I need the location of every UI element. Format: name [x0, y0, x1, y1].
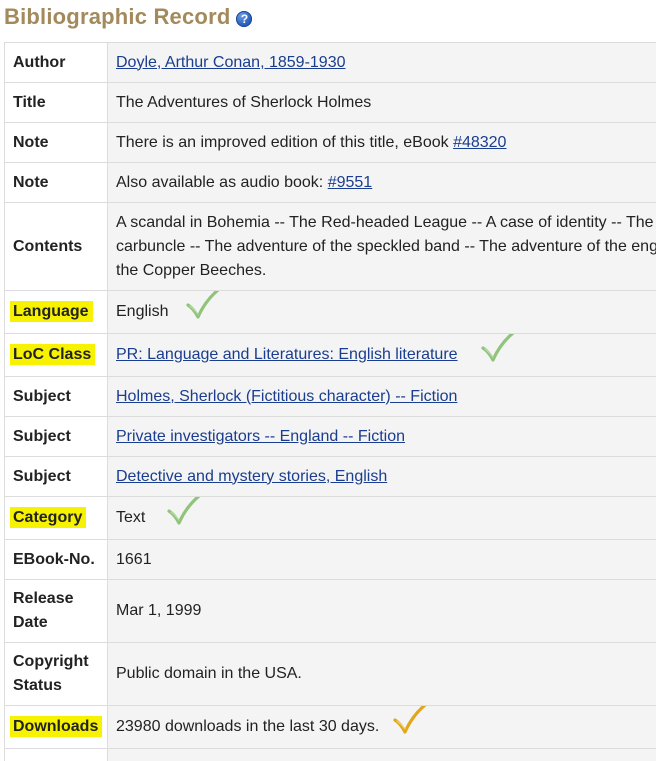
- partial-row: [4, 748, 656, 761]
- note-text: There is an improved edition of this tit…: [116, 133, 454, 151]
- subject-link[interactable]: Detective and mystery stories, English: [116, 468, 387, 485]
- improved-edition-link[interactable]: #48320: [453, 134, 506, 151]
- contents-label: Contents: [4, 202, 108, 291]
- loc-class-row: LoC Class PR: Language and Literatures: …: [4, 333, 656, 377]
- copyright-label: Copyright Status: [4, 642, 108, 706]
- subject-row: Subject Holmes, Sherlock (Fictitious cha…: [4, 376, 656, 417]
- green-check-icon: [185, 291, 221, 330]
- contents-line: carbuncle -- The adventure of the speckl…: [116, 237, 656, 255]
- bibliographic-record-table: Author Doyle, Arthur Conan, 1859-1930 Ti…: [4, 42, 656, 761]
- subject-row: Subject Private investigators -- England…: [4, 416, 656, 457]
- note-text: Also available as audio book:: [116, 173, 328, 191]
- note-label: Note: [4, 122, 108, 163]
- title-value: The Adventures of Sherlock Holmes: [107, 82, 656, 123]
- release-date-value: Mar 1, 1999: [107, 579, 656, 643]
- green-check-icon: [480, 334, 516, 373]
- copyright-row: Copyright Status Public domain in the US…: [4, 642, 656, 706]
- release-date-label: Release Date: [4, 579, 108, 643]
- downloads-label: Downloads: [10, 716, 103, 737]
- category-row: Category Text: [4, 496, 656, 540]
- language-row: Language English: [4, 290, 656, 334]
- subject-label: Subject: [4, 456, 108, 497]
- note-row: Note There is an improved edition of thi…: [4, 122, 656, 163]
- page-header: Bibliographic Record ?: [4, 2, 253, 32]
- help-icon[interactable]: ?: [236, 10, 253, 27]
- note-label: Note: [4, 162, 108, 203]
- contents-row: Contents A scandal in Bohemia -- The Red…: [4, 202, 656, 291]
- author-link[interactable]: Doyle, Arthur Conan, 1859-1930: [116, 54, 345, 71]
- contents-line: the Copper Beeches.: [116, 261, 267, 279]
- category-label: Category: [10, 507, 87, 528]
- author-label: Author: [4, 42, 108, 83]
- subject-row: Subject Detective and mystery stories, E…: [4, 456, 656, 497]
- title-label: Title: [4, 82, 108, 123]
- language-label: Language: [10, 301, 93, 322]
- release-date-row: Release Date Mar 1, 1999: [4, 579, 656, 643]
- title-row: Title The Adventures of Sherlock Holmes: [4, 82, 656, 123]
- ebook-no-value: 1661: [107, 539, 656, 580]
- downloads-value: 23980 downloads in the last 30 days.: [116, 718, 380, 736]
- contents-line: A scandal in Bohemia -- The Red-headed L…: [116, 213, 654, 231]
- contents-value: A scandal in Bohemia -- The Red-headed L…: [107, 202, 656, 291]
- loc-class-label: LoC Class: [10, 344, 96, 365]
- page-title: Bibliographic Record: [4, 4, 231, 29]
- subject-label: Subject: [4, 376, 108, 417]
- orange-check-icon: [392, 706, 428, 745]
- copyright-value: Public domain in the USA.: [107, 642, 656, 706]
- author-row: Author Doyle, Arthur Conan, 1859-1930: [4, 42, 656, 83]
- audio-book-link[interactable]: #9551: [328, 174, 373, 191]
- ebook-no-label: EBook-No.: [4, 539, 108, 580]
- subject-link[interactable]: Holmes, Sherlock (Fictitious character) …: [116, 388, 457, 405]
- green-check-icon: [166, 497, 202, 536]
- subject-link[interactable]: Private investigators -- England -- Fict…: [116, 428, 405, 445]
- category-value: Text: [116, 509, 146, 527]
- subject-label: Subject: [4, 416, 108, 457]
- note-row: Note Also available as audio book: #9551: [4, 162, 656, 203]
- language-value: English: [116, 303, 169, 321]
- loc-class-link[interactable]: PR: Language and Literatures: English li…: [116, 346, 458, 363]
- ebook-no-row: EBook-No. 1661: [4, 539, 656, 580]
- downloads-row: Downloads 23980 downloads in the last 30…: [4, 705, 656, 749]
